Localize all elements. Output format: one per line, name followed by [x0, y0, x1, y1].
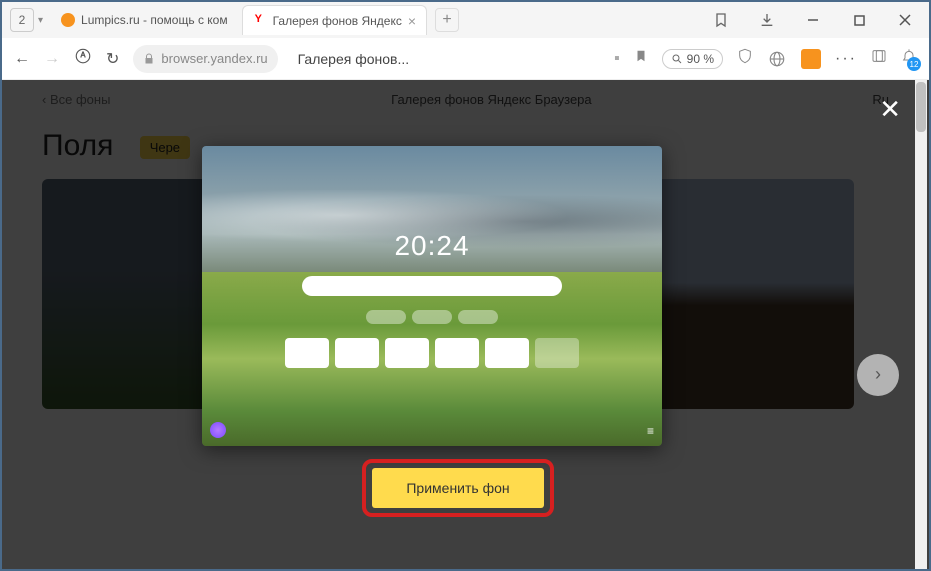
- nav-back-button[interactable]: ←: [14, 50, 30, 68]
- preview-pill: [366, 310, 406, 324]
- minimize-button[interactable]: [801, 8, 825, 32]
- tab-group-count[interactable]: 2: [10, 8, 34, 32]
- background-preview: – □ × 20:24: [202, 146, 662, 446]
- face-ext-icon[interactable]: [801, 49, 821, 69]
- zoom-indicator[interactable]: 90 %: [662, 49, 723, 69]
- preview-tile: [385, 338, 429, 368]
- titlebar: 2 ▾ Lumpics.ru - помощь с ком Галерея фо…: [2, 2, 929, 38]
- shield-icon[interactable]: [737, 48, 753, 69]
- new-tab-button[interactable]: +: [435, 8, 459, 32]
- notif-badge: 12: [907, 57, 921, 71]
- nav-forward-button[interactable]: →: [44, 50, 60, 68]
- yandex-home-icon[interactable]: [74, 47, 92, 70]
- url-box[interactable]: browser.yandex.ru: [133, 45, 277, 73]
- close-modal-button[interactable]: ✕: [879, 94, 901, 125]
- globe-ext-icon[interactable]: [767, 49, 787, 69]
- download-header-icon[interactable]: [755, 8, 779, 32]
- preview-tile: [435, 338, 479, 368]
- tab-label: Lumpics.ru - помощь с ком: [81, 13, 228, 27]
- bookmark-header-icon[interactable]: [709, 8, 733, 32]
- tab-gallery[interactable]: Галерея фонов Яндекс ×: [242, 5, 427, 35]
- preview-pill: [412, 310, 452, 324]
- alice-icon: [210, 422, 226, 438]
- preview-tile: [335, 338, 379, 368]
- lumpics-favicon-icon: [61, 13, 75, 27]
- magnify-icon: [671, 53, 683, 65]
- scrollbar[interactable]: [915, 80, 927, 569]
- scroll-thumb[interactable]: [916, 82, 926, 132]
- close-tab-icon[interactable]: ×: [408, 13, 416, 29]
- sliders-icon: ≡: [647, 424, 654, 438]
- address-bar: ← → ↻ browser.yandex.ru Галерея фонов...…: [2, 38, 929, 80]
- preview-search-bar: [302, 276, 562, 296]
- content-area: ‹ Все фоны Галерея фонов Яндекс Браузера…: [2, 80, 929, 569]
- zoom-value: 90 %: [687, 52, 714, 66]
- url-text: browser.yandex.ru: [161, 51, 267, 66]
- apply-background-button[interactable]: Применить фон: [372, 468, 544, 508]
- reload-button[interactable]: ↻: [106, 49, 119, 69]
- maximize-button[interactable]: [847, 8, 871, 32]
- tab-group-chevron-icon[interactable]: ▾: [38, 15, 43, 26]
- preview-clock: 20:24: [394, 230, 469, 262]
- tab-label: Галерея фонов Яндекс: [273, 14, 402, 28]
- preview-pill: [458, 310, 498, 324]
- next-button[interactable]: ›: [857, 354, 899, 396]
- lock-icon: [143, 53, 155, 65]
- preview-tile: [485, 338, 529, 368]
- tab-lumpics[interactable]: Lumpics.ru - помощь с ком: [51, 5, 238, 35]
- page-title-addr: Галерея фонов...: [298, 51, 410, 67]
- close-window-button[interactable]: [893, 8, 917, 32]
- sidebar-ext-icon[interactable]: [871, 48, 887, 69]
- yandex-favicon-icon: [253, 14, 267, 28]
- comment-icon[interactable]: ▪: [614, 50, 620, 68]
- more-menu-icon[interactable]: ···: [835, 50, 857, 68]
- preview-tile: [535, 338, 579, 368]
- preview-tile: [285, 338, 329, 368]
- bookmark-icon[interactable]: [634, 49, 648, 68]
- notif-icon[interactable]: 12: [901, 48, 917, 69]
